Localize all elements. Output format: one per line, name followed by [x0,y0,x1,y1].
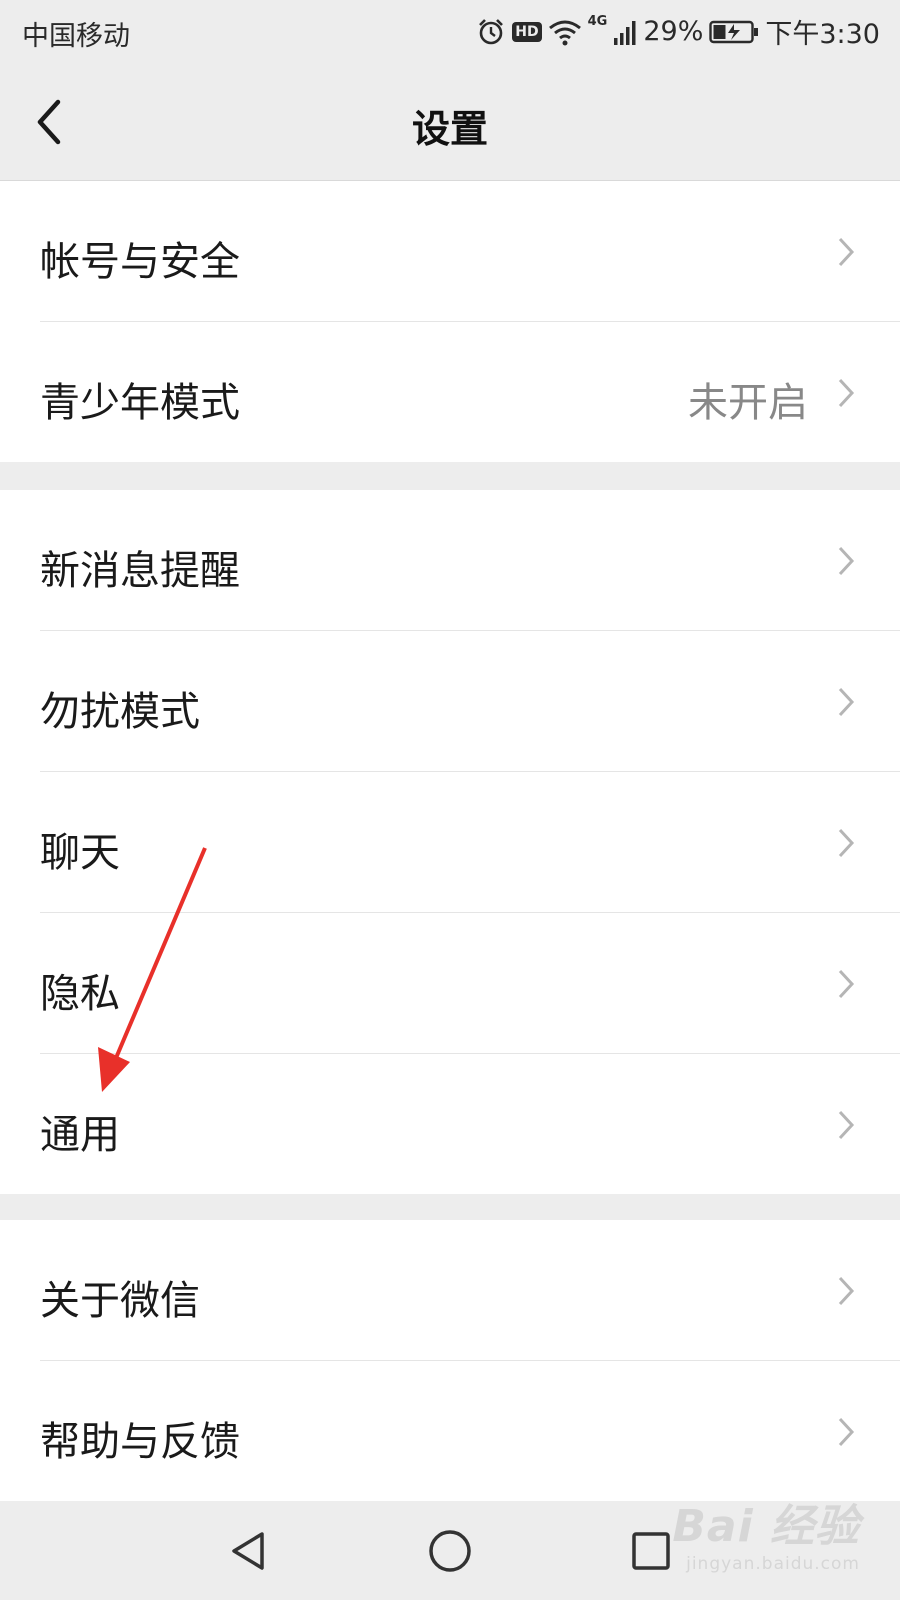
settings-item-label: 帮助与反馈 [40,1419,240,1465]
alarm-icon [479,18,504,44]
settings-item-chat[interactable]: 聊天 [0,772,900,912]
watermark-url: jingyan.baidu.com [686,1554,860,1574]
chevron-right-icon [838,378,855,408]
settings-item-teen-mode[interactable]: 青少年模式 未开启 [0,322,900,462]
wifi-icon [548,20,581,45]
watermark: Bai 经验 jingyan.baidu.com [672,1490,860,1574]
network-type: 4G [587,14,608,29]
settings-item-label: 隐私 [40,971,120,1017]
nav-recents-icon[interactable] [628,1528,674,1574]
chevron-right-icon [838,1110,855,1140]
settings-item-about-wechat[interactable]: 关于微信 [0,1220,900,1360]
clock: 下午3:30 [765,19,880,50]
nav-home-icon[interactable] [427,1528,473,1574]
chevron-right-icon [838,969,855,999]
settings-item-new-message-notification[interactable]: 新消息提醒 [0,490,900,630]
chevron-right-icon [838,1276,855,1306]
chevron-right-icon [838,687,855,717]
settings-item-account-security[interactable]: 帐号与安全 [0,181,900,321]
settings-item-general[interactable]: 通用 [0,1054,900,1194]
chevron-right-icon [838,546,855,576]
teen-mode-status: 未开启 [688,380,808,426]
settings-item-label: 青少年模式 [40,380,240,426]
settings-item-label: 勿扰模式 [40,689,200,735]
settings-item-do-not-disturb[interactable]: 勿扰模式 [0,631,900,771]
watermark-logo: Bai 经验 [672,1501,860,1552]
settings-item-label: 聊天 [40,830,120,876]
chevron-right-icon [838,237,855,267]
title-bar: 设置 [0,64,900,181]
status-icons: HD 4G 29% 下午3:30 [476,12,880,51]
carrier-name: 中国移动 [22,21,130,52]
chevron-right-icon [838,828,855,858]
nav-back-icon[interactable] [226,1528,272,1574]
page-title: 设置 [411,107,488,151]
settings-item-label: 帐号与安全 [40,239,240,285]
settings-group-general: 新消息提醒 勿扰模式 聊天 隐私 通用 [0,490,900,1194]
status-bar: 中国移动 HD 4G 29% 下午3:30 [0,0,900,64]
battery-percent: 29% [643,16,704,47]
settings-item-label: 通用 [40,1112,120,1158]
chevron-right-icon [838,1417,855,1447]
settings-group-about: 关于微信 帮助与反馈 [0,1220,900,1501]
hd-icon: HD [512,21,542,42]
battery-charging-icon [709,20,759,43]
settings-item-privacy[interactable]: 隐私 [0,913,900,1053]
settings-group-account: 帐号与安全 青少年模式 未开启 [0,181,900,462]
signal-icon [614,20,636,45]
settings-item-label: 新消息提醒 [40,548,240,594]
settings-item-label: 关于微信 [40,1278,200,1324]
settings-item-help-feedback[interactable]: 帮助与反馈 [0,1361,900,1501]
